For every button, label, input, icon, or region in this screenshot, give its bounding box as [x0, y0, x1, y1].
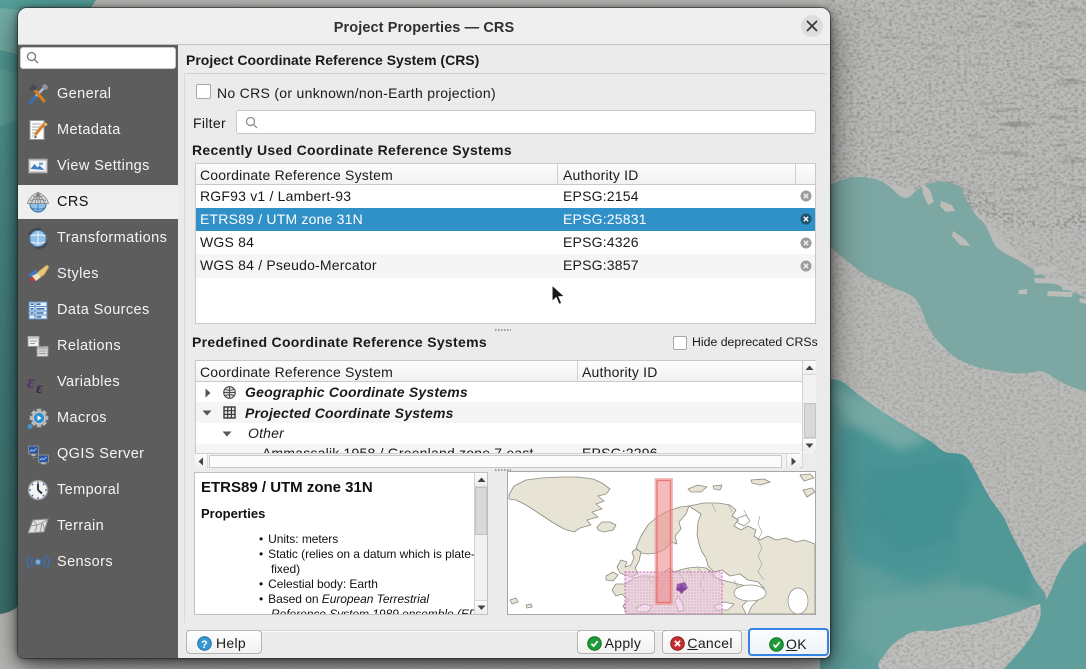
svg-text:?: ? [201, 639, 208, 651]
svg-text:ε: ε [27, 372, 35, 393]
svg-text:ε: ε [36, 380, 43, 394]
